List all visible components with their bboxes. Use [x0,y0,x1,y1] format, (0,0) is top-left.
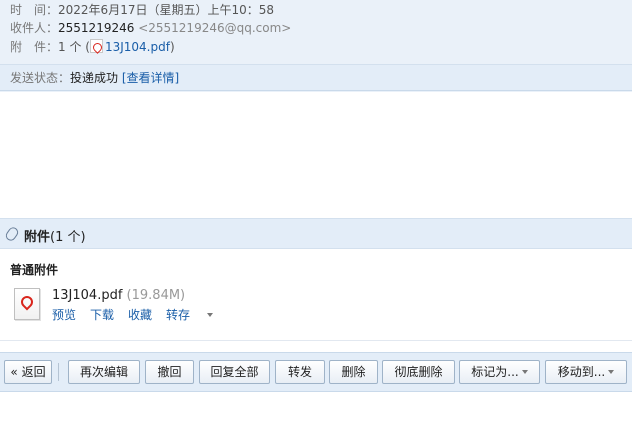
view-details-link[interactable]: [查看详情] [122,71,179,85]
mark-as-button[interactable]: 标记为... [459,360,540,384]
attachment-file-size: (19.84M) [126,288,186,303]
reply-all-button[interactable]: 回复全部 [199,360,270,384]
back-button[interactable]: « 返回 [4,360,52,384]
toolbar-separator [58,363,59,381]
delete-button[interactable]: 删除 [329,360,378,384]
send-status-bar: 发送状态：投递成功 [查看详情] [0,64,632,91]
favorite-link[interactable]: 收藏 [128,308,152,322]
send-status-label: 发送状态： [10,71,71,85]
forward-button[interactable]: 转发 [275,360,325,384]
recipient-row: 收件人：2551219246 <2551219246@qq.com> [10,19,291,37]
normal-attachments-label: 普通附件 [10,263,59,277]
attachment-actions: 预览 下载 收藏 转存 [52,306,227,323]
attachment-count: 1 个 ( [58,40,90,54]
edit-again-button[interactable]: 再次编辑 [68,360,140,384]
attachment-label: 附 件： [10,40,59,54]
action-toolbar: « 返回 再次编辑 撤回 回复全部 转发 删除 彻底删除 标记为... 移动到.… [0,352,632,392]
attachment-file-name[interactable]: 13J104.pdf [52,288,122,303]
mail-header: 时 间：2022年6月17日（星期五）上午10：58 收件人：255121924… [0,0,632,92]
preview-link[interactable]: 预览 [52,308,76,322]
move-to-button[interactable]: 移动到... [545,360,627,384]
download-link[interactable]: 下载 [90,308,114,322]
attachment-file: 13J104.pdf (19.84M) [52,288,185,303]
pdf-file-icon[interactable] [14,288,40,320]
chevron-down-icon [608,370,615,374]
chevron-down-icon [521,370,528,374]
delete-permanently-button[interactable]: 彻底删除 [382,360,455,384]
recipient-email: <2551219246@qq.com> [138,21,292,35]
recipient-name[interactable]: 2551219246 [58,21,134,35]
chevron-down-icon [207,313,214,317]
pdf-icon [89,39,103,53]
send-status-value: 投递成功 [70,71,119,85]
attachment-row: 附 件：1 个 ( 13J104.pdf) [10,38,175,56]
attachments-header: 附件(1 个) [0,218,632,249]
attachment-link[interactable]: 13J104.pdf [105,40,170,54]
divider [0,340,632,341]
attachments-title: 附件(1 个) [24,230,86,245]
paperclip-icon [3,225,21,243]
save-to-link[interactable]: 转存 [166,308,214,322]
attachment-close: ) [169,40,175,54]
time-label: 时 间： [10,3,59,17]
recall-button[interactable]: 撤回 [145,360,194,384]
time-value: 2022年6月17日（星期五）上午10：58 [58,3,274,17]
send-status-row: 发送状态：投递成功 [查看详情] [10,69,179,87]
time-row: 时 间：2022年6月17日（星期五）上午10：58 [10,1,274,19]
recipient-label: 收件人： [10,21,59,35]
